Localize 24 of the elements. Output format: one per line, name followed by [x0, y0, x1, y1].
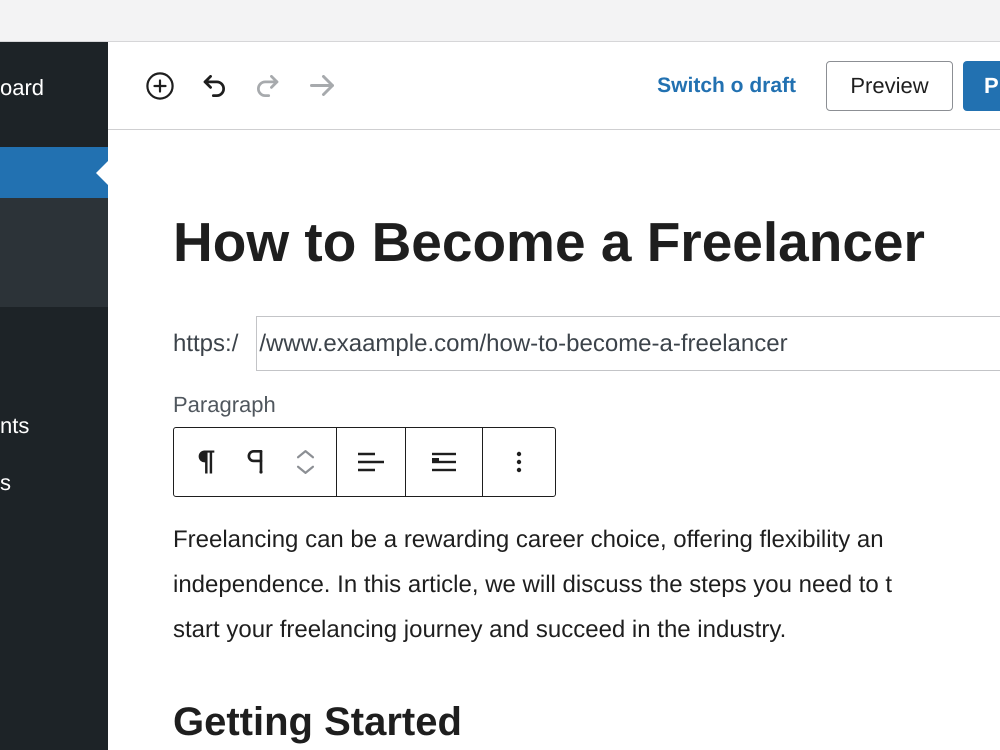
post-title[interactable]: How to Become a Freelancer	[173, 209, 925, 275]
chevron-up-down-icon	[296, 449, 314, 475]
block-type-label: Paragraph	[173, 392, 276, 418]
arrow-right-icon	[310, 75, 334, 96]
paragraph-text[interactable]: Freelancing can be a rewarding career choice, offering flexibility an independence. In this article, we will discuss the steps you need to t start your freelancing journey and succeed in the industry.	[173, 517, 892, 652]
preview-button[interactable]: Preview	[826, 60, 953, 110]
paragraph-mark-icon	[247, 449, 263, 475]
pilcrow-icon	[196, 449, 214, 475]
notch-icon	[96, 161, 108, 185]
undo-icon	[203, 74, 225, 96]
url-prefix: https:/	[173, 328, 238, 358]
more-vertical-icon	[516, 451, 522, 473]
switch-draft-link[interactable]: Switch o draft	[657, 70, 796, 102]
section-heading[interactable]: Getting Started	[173, 698, 462, 746]
sidebar-item[interactable]: nts	[0, 412, 30, 438]
sidebar-item[interactable]: oard	[0, 74, 44, 100]
sidebar-item[interactable]	[0, 147, 108, 198]
text-block-icon	[432, 452, 456, 472]
redo-icon	[257, 74, 279, 96]
url-field[interactable]: /www.exaample.com/how-to-become-a-freelancer	[256, 316, 1000, 371]
plus-circle-icon	[146, 72, 174, 100]
align-left-icon	[358, 452, 384, 472]
sidebar-item[interactable]: s	[0, 470, 11, 496]
publish-button[interactable]: P	[963, 60, 1000, 110]
